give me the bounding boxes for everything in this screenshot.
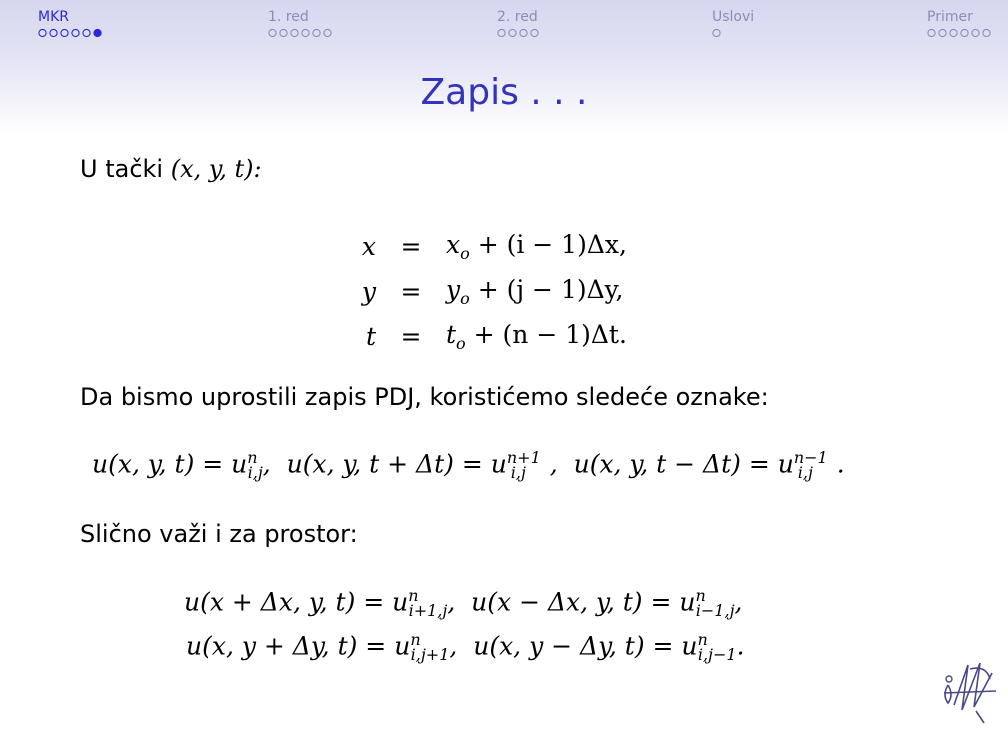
nav-dot[interactable] bbox=[38, 28, 47, 38]
space-sentence: Slično važi i za prostor: bbox=[80, 520, 358, 548]
notation-sentence: Da bismo uprostili zapis PDJ, koristićem… bbox=[80, 383, 769, 411]
eq-op: = bbox=[400, 322, 422, 351]
nav-dot[interactable] bbox=[82, 28, 91, 38]
nav-dots bbox=[268, 28, 332, 38]
eq-op: = bbox=[400, 232, 422, 261]
nav-dot[interactable] bbox=[508, 28, 517, 38]
nav-section-label: 2. red bbox=[497, 9, 538, 25]
intro-point: (x, y, t): bbox=[170, 155, 262, 183]
nav-section-label: 1. red bbox=[268, 9, 309, 25]
nav-dot[interactable] bbox=[49, 28, 58, 38]
nav-dot[interactable] bbox=[960, 28, 969, 38]
nav-dots bbox=[497, 28, 539, 38]
nav-section-label: MKR bbox=[38, 9, 69, 25]
nav-dot[interactable] bbox=[323, 28, 332, 38]
nav-section-primer[interactable]: Primer bbox=[927, 9, 999, 38]
nav-dot[interactable] bbox=[519, 28, 528, 38]
nav-section-2-red[interactable]: 2. red bbox=[497, 9, 569, 38]
nav-dot[interactable] bbox=[497, 28, 506, 38]
eq-rhs: xo + (i − 1)Δx, bbox=[446, 230, 627, 263]
nav-dot[interactable] bbox=[530, 28, 539, 38]
nav-dot[interactable] bbox=[71, 28, 80, 38]
nav-dot[interactable] bbox=[971, 28, 980, 38]
eq-lhs: x bbox=[361, 232, 376, 261]
nav-dot[interactable] bbox=[279, 28, 288, 38]
nav-dots bbox=[712, 28, 721, 38]
nav-section-label: Uslovi bbox=[712, 9, 755, 25]
nav-dot[interactable] bbox=[982, 28, 991, 38]
space-y-formula: u(x, y + Δy, t) = uni,j+1, u(x, y − Δy, … bbox=[186, 630, 745, 665]
eq-rhs: to + (n − 1)Δt. bbox=[446, 320, 627, 353]
intro-text: U tački bbox=[80, 155, 164, 183]
nav-dot[interactable] bbox=[268, 28, 277, 38]
eq-rhs: yo + (j − 1)Δy, bbox=[446, 275, 624, 308]
nav-section-uslovi[interactable]: Uslovi bbox=[712, 9, 784, 38]
equation-row: y = yo + (j − 1)Δy, bbox=[340, 269, 627, 314]
nav-dot[interactable] bbox=[301, 28, 310, 38]
coordinate-equations: x = xo + (i − 1)Δx, y = yo + (j − 1)Δy, … bbox=[340, 224, 627, 359]
nav-section-mkr[interactable]: MKR bbox=[38, 9, 110, 38]
nav-dots bbox=[927, 28, 991, 38]
nav-dot[interactable] bbox=[712, 28, 721, 38]
nav-dot[interactable] bbox=[938, 28, 947, 38]
eq-lhs: y bbox=[361, 277, 376, 306]
nav-dot[interactable] bbox=[60, 28, 69, 38]
time-notation-formula: u(x, y, t) = uni,j, u(x, y, t + Δt) = un… bbox=[92, 448, 845, 483]
nav-dot[interactable] bbox=[949, 28, 958, 38]
space-x-formula: u(x + Δx, y, t) = uni+1,j, u(x − Δx, y, … bbox=[184, 586, 743, 621]
eq-lhs: t bbox=[365, 322, 376, 351]
nav-dot[interactable] bbox=[927, 28, 936, 38]
nav-dots bbox=[38, 28, 102, 38]
nav-section-1-red[interactable]: 1. red bbox=[268, 9, 340, 38]
nav-section-label: Primer bbox=[927, 9, 973, 25]
equation-row: t = to + (n − 1)Δt. bbox=[340, 314, 627, 359]
eq-op: = bbox=[400, 277, 422, 306]
nav-dot[interactable] bbox=[312, 28, 321, 38]
intro-line: U tački (x, y, t): bbox=[80, 155, 262, 183]
nav-dot[interactable] bbox=[290, 28, 299, 38]
nav-dot[interactable] bbox=[93, 28, 102, 38]
slide-title: Zapis . . . bbox=[420, 72, 588, 113]
equation-row: x = xo + (i − 1)Δx, bbox=[340, 224, 627, 269]
university-logo-icon bbox=[943, 662, 997, 724]
